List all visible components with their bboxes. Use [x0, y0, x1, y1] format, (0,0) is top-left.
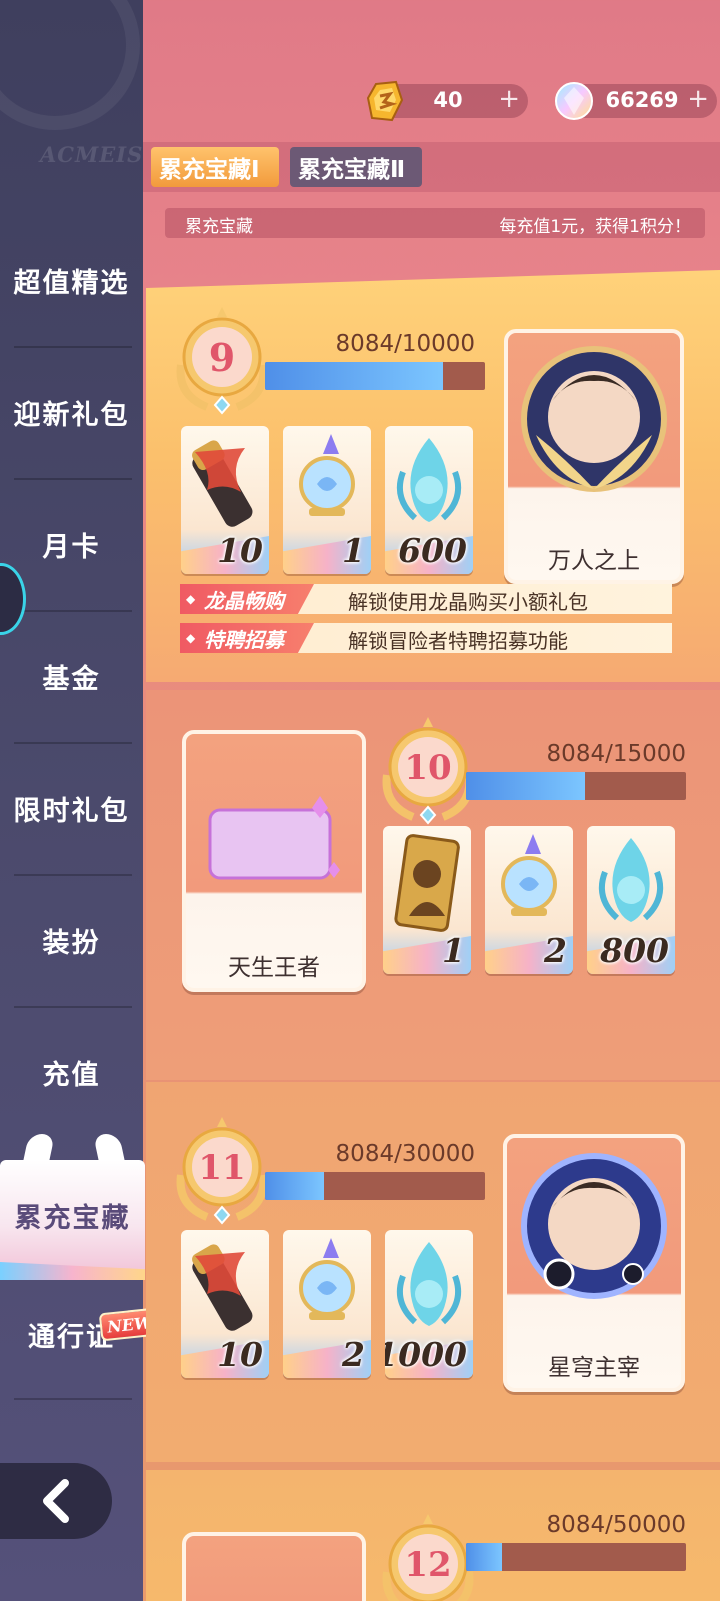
progress-fill [265, 1172, 325, 1200]
progress-bar [466, 772, 686, 800]
item-quantity: 1 [342, 531, 365, 570]
reward-card[interactable] [182, 1532, 366, 1601]
sidebar-item-limited-pack[interactable]: 限时礼包 [0, 742, 143, 874]
avatar-frame-icon [521, 346, 667, 492]
progress-fill [265, 362, 443, 390]
reward-item-card[interactable]: 1 [283, 426, 371, 574]
progress-bar [265, 1172, 485, 1200]
crystal-orb-icon [299, 1238, 355, 1320]
progress-text: 8084/50000 [546, 1512, 686, 1538]
brand-logo: ACMEIS [0, 0, 143, 170]
info-title: 累充宝藏 [185, 217, 253, 237]
scroll-icon [192, 1244, 253, 1331]
dragon-crystal-count: 40 [433, 88, 463, 112]
progress-bar [265, 362, 485, 390]
item-quantity: 2 [342, 1335, 365, 1374]
back-button[interactable] [0, 1463, 112, 1539]
reward-item-card[interactable]: 2 [283, 1230, 371, 1378]
currency-rainbow-gem: 66269 + [555, 82, 717, 120]
crystal-orb-icon [501, 834, 557, 916]
sidebar-item-recharge[interactable]: 充值 [0, 1006, 143, 1138]
item-quantity: 2 [544, 931, 567, 970]
perk-tag: 特聘招募 [180, 623, 314, 653]
perk-tag: 龙晶畅购 [180, 584, 314, 614]
chat-bubble-frame-icon [208, 796, 340, 880]
item-quantity: 10 [217, 1335, 263, 1374]
item-quantity: 600 [398, 531, 467, 570]
level-badge: 10 [382, 717, 474, 825]
level-number: 11 [198, 1148, 245, 1188]
sidebar: ACMEIS 超值精选 迎新礼包 月卡 基金 限时礼包 装扮 充值 累充宝藏 通… [0, 0, 145, 1601]
soul-flame-icon [397, 1242, 461, 1326]
reward-item-card[interactable]: 1 [383, 826, 471, 974]
brand-logo-text: ACMEIS [40, 142, 143, 167]
sidebar-item-cumulative-treasure[interactable]: 累充宝藏 [0, 1160, 145, 1270]
item-quantity: 800 [600, 931, 669, 970]
tab-cumulative-treasure-2[interactable]: 累充宝藏Ⅱ [290, 147, 422, 187]
reward-item-card[interactable]: 800 [587, 826, 675, 974]
rainbow-gem-count: 66269 [605, 88, 679, 112]
reward-item-card[interactable]: 1000 [385, 1230, 473, 1378]
perk-text: 解锁冒险者特聘招募功能 [348, 629, 568, 653]
scroll-icon [192, 440, 253, 527]
soul-flame-icon [599, 838, 663, 922]
progress-fill [466, 772, 585, 800]
level-number: 12 [404, 1545, 451, 1585]
crystal-orb-icon [299, 434, 355, 516]
progress-text: 8084/15000 [546, 741, 686, 767]
level-badge: 9 [176, 307, 268, 415]
tab-cumulative-treasure-1[interactable]: 累充宝藏Ⅰ [151, 147, 279, 187]
hero-card-icon [394, 834, 460, 932]
perk-text: 解锁使用龙晶购买小额礼包 [348, 590, 588, 614]
reward-label: 万人之上 [548, 548, 640, 574]
item-quantity: 1000 [385, 1335, 467, 1374]
reward-item-card[interactable]: 10 [181, 426, 269, 574]
progress-fill [466, 1543, 502, 1571]
sidebar-item-outfits[interactable]: 装扮 [0, 874, 143, 1006]
reward-item-card[interactable]: 10 [181, 1230, 269, 1378]
item-quantity: 10 [217, 531, 263, 570]
dragon-crystal-icon [366, 80, 404, 122]
sidebar-item-premium-picks[interactable]: 超值精选 [0, 214, 143, 346]
perk-row: 龙晶畅购 解锁使用龙晶购买小额礼包 [180, 584, 672, 614]
progress-text: 8084/30000 [335, 1141, 475, 1167]
info-rule: 每充值1元，获得1积分！ [499, 217, 691, 237]
reward-item-card[interactable]: 2 [485, 826, 573, 974]
nav-divider [14, 1398, 132, 1400]
info-bar: 累充宝藏 每充值1元，获得1积分！ [165, 208, 705, 238]
reward-card[interactable]: 万人之上 [504, 329, 684, 584]
avatar-frame-icon [521, 1153, 667, 1299]
soul-flame-icon [397, 438, 461, 522]
chevron-left-icon [43, 1479, 69, 1523]
level-number: 10 [404, 748, 451, 788]
perk-row: 特聘招募 解锁冒险者特聘招募功能 [180, 623, 672, 653]
sidebar-item-welcome-pack[interactable]: 迎新礼包 [0, 346, 143, 478]
level-number: 9 [209, 335, 235, 380]
add-dragon-crystal-button[interactable]: + [498, 84, 520, 114]
reward-item-card[interactable]: 600 [385, 426, 473, 574]
reward-label: 天生王者 [228, 955, 320, 981]
item-quantity: 1 [442, 931, 465, 970]
progress-bar [466, 1543, 686, 1571]
sidebar-item-fund[interactable]: 基金 [0, 610, 143, 742]
currency-dragon-crystal: 40 + [366, 80, 528, 122]
level-badge: 11 [176, 1117, 268, 1225]
rainbow-gem-icon [555, 82, 593, 120]
add-rainbow-gem-button[interactable]: + [687, 84, 709, 114]
reward-card[interactable]: 天生王者 [182, 730, 366, 992]
progress-text: 8084/10000 [335, 331, 475, 357]
reward-label: 星穹主宰 [548, 1355, 640, 1381]
reward-card[interactable]: 星穹主宰 [503, 1134, 685, 1392]
